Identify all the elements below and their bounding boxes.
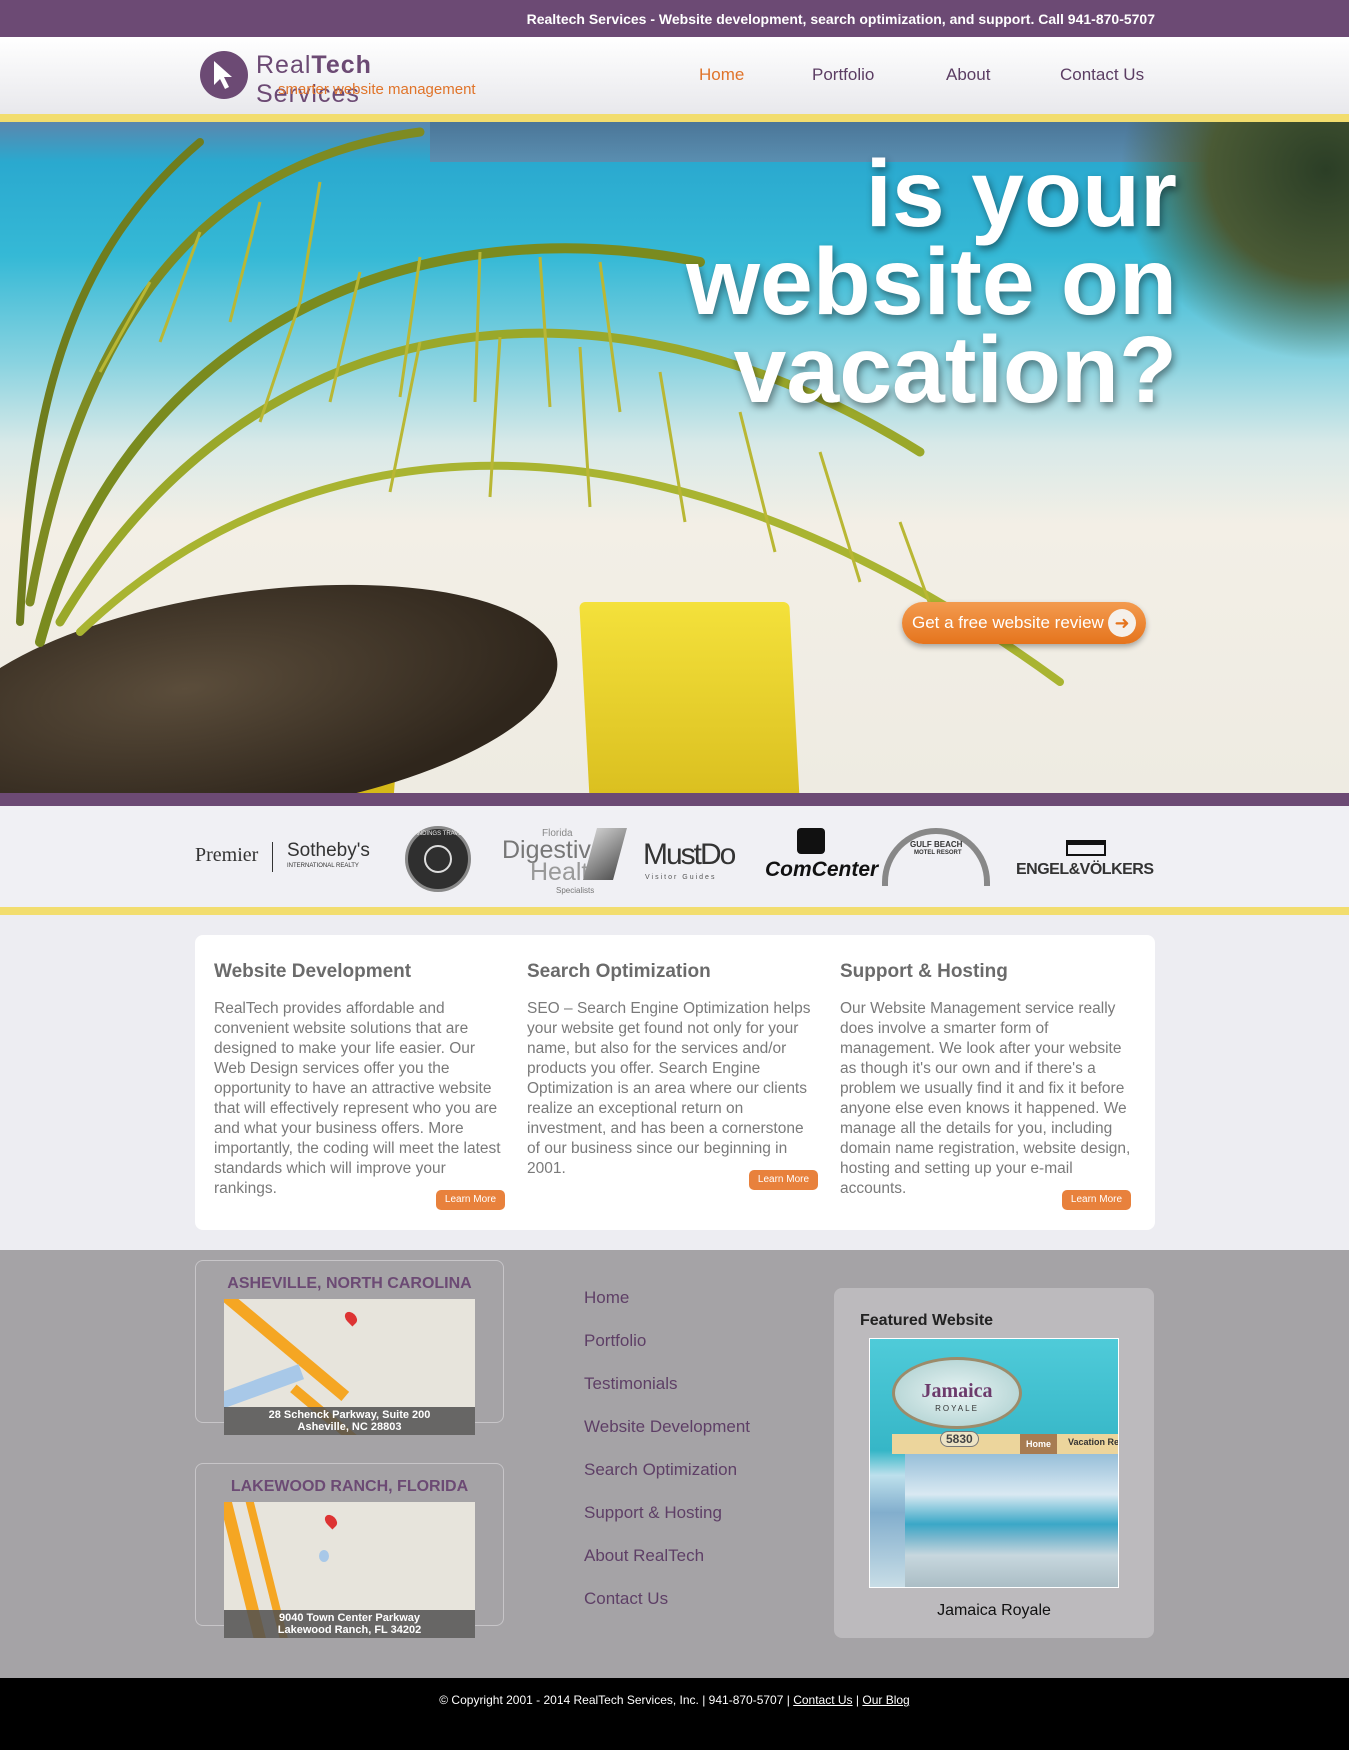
client-logos-strip: Premier Sotheby's INTERNATIONAL REALTY L… (0, 806, 1349, 907)
site-header: RealTech Services smarter website manage… (0, 37, 1349, 114)
service-support-hosting: Support & Hosting Our Website Management… (840, 961, 1133, 1199)
learn-more-website-development-button[interactable]: Learn More (436, 1190, 505, 1210)
service-title: Search Optimization (527, 961, 711, 982)
office-map-lakewood-ranch[interactable]: 9040 Town Center Parkway Lakewood Ranch,… (224, 1502, 475, 1638)
top-announcement-bar: Realtech Services - Website development,… (0, 0, 1349, 37)
client-logo-comcenter[interactable]: ComCenter (765, 806, 878, 907)
services-panel: Website Development RealTech provides af… (195, 935, 1155, 1230)
featured-website-caption[interactable]: Jamaica Royale (834, 1602, 1154, 1620)
service-description: SEO – Search Engine Optimization helps y… (527, 1000, 811, 1177)
learn-more-search-optimization-button[interactable]: Learn More (749, 1170, 818, 1190)
service-description: Our Website Management service really do… (840, 1000, 1131, 1197)
hero-headline: is your website on vacation? (686, 141, 1177, 423)
free-website-review-label: Get a free website review (912, 613, 1104, 632)
copyright-blog-link[interactable]: Our Blog (862, 1693, 909, 1707)
nav-contact-us[interactable]: Contact Us (1060, 65, 1144, 85)
client-logo-engel-volkers[interactable]: ENGEL&VÖLKERS (1016, 806, 1154, 907)
featured-shot-number: 5830 (940, 1431, 979, 1447)
client-logo-mustdo[interactable]: MustDo Visitor Guides (643, 806, 738, 907)
featured-website-panel: Featured Website Home Vacation Re Jamaic… (834, 1288, 1154, 1638)
map-pin-icon (342, 1309, 360, 1327)
arrow-right-icon: ➜ (1108, 609, 1136, 637)
office-address: 28 Schenck Parkway, Suite 200 Asheville,… (224, 1407, 475, 1435)
hero-banner: is your website on vacation? Get a free … (0, 122, 1349, 793)
copyright-bar: © Copyright 2001 - 2014 RealTech Service… (0, 1678, 1349, 1750)
service-description: RealTech provides affordable and conveni… (214, 1000, 501, 1197)
nav-about[interactable]: About (946, 65, 990, 85)
footer-link-support-hosting[interactable]: Support & Hosting (584, 1503, 750, 1525)
nav-home[interactable]: Home (699, 65, 744, 85)
header-divider-stripe (0, 114, 1349, 122)
office-asheville: ASHEVILLE, NORTH CAROLINA 28 Schenck Par… (195, 1260, 504, 1435)
top-announcement-text: Realtech Services - Website development,… (526, 11, 1155, 27)
map-pin-icon (322, 1512, 340, 1530)
featured-shot-nav: Home Vacation Re (892, 1434, 1118, 1454)
footer-link-contact-us[interactable]: Contact Us (584, 1589, 750, 1611)
footer-link-testimonials[interactable]: Testimonials (584, 1374, 750, 1396)
main-nav: Home Portfolio About Contact Us (0, 65, 1349, 89)
service-search-optimization: Search Optimization SEO – Search Engine … (527, 961, 820, 1179)
featured-website-title: Featured Website (860, 1312, 994, 1329)
office-map-asheville[interactable]: 28 Schenck Parkway, Suite 200 Asheville,… (224, 1299, 475, 1435)
service-title: Website Development (214, 961, 412, 982)
nav-portfolio[interactable]: Portfolio (812, 65, 874, 85)
free-website-review-button[interactable]: Get a free website review ➜ (902, 602, 1146, 644)
footer-nav: Home Portfolio Testimonials Website Deve… (584, 1288, 750, 1632)
hero-bottom-stripe (0, 793, 1349, 806)
client-logo-digestive-health[interactable]: Florida Digestive Health Specialists (502, 806, 627, 907)
office-lakewood-ranch: LAKEWOOD RANCH, FLORIDA 9040 Town Center… (195, 1463, 504, 1638)
footer-link-search-optimization[interactable]: Search Optimization (584, 1460, 750, 1482)
office-title: ASHEVILLE, NORTH CAROLINA (227, 1275, 472, 1292)
featured-website-screenshot[interactable]: Home Vacation Re Jamaica ROYALE 5830 (869, 1338, 1119, 1588)
footer-link-website-development[interactable]: Website Development (584, 1417, 750, 1439)
office-address: 9040 Town Center Parkway Lakewood Ranch,… (224, 1610, 475, 1638)
office-title: LAKEWOOD RANCH, FLORIDA (230, 1478, 469, 1495)
learn-more-support-hosting-button[interactable]: Learn More (1062, 1190, 1131, 1210)
client-logo-sothebys[interactable]: Premier Sotheby's INTERNATIONAL REALTY (195, 806, 370, 907)
copyright-contact-link[interactable]: Contact Us (793, 1693, 852, 1707)
service-website-development: Website Development RealTech provides af… (214, 961, 507, 1199)
copyright-text: © Copyright 2001 - 2014 RealTech Service… (439, 1693, 910, 1707)
service-title: Support & Hosting (840, 961, 1008, 982)
client-logo-gulf-beach[interactable]: GULF BEACH MOTEL RESORT (880, 806, 992, 907)
featured-shot-photo (905, 1454, 1118, 1587)
footer-link-about-realtech[interactable]: About RealTech (584, 1546, 750, 1568)
jamaica-royale-logo: Jamaica ROYALE (892, 1357, 1022, 1429)
footer-link-portfolio[interactable]: Portfolio (584, 1331, 750, 1353)
client-logo-landings-travel[interactable]: LANDINGS TRAVEL (405, 806, 473, 907)
footer-link-home[interactable]: Home (584, 1288, 750, 1310)
clients-divider-stripe (0, 907, 1349, 915)
site-footer: ASHEVILLE, NORTH CAROLINA 28 Schenck Par… (0, 1250, 1349, 1678)
